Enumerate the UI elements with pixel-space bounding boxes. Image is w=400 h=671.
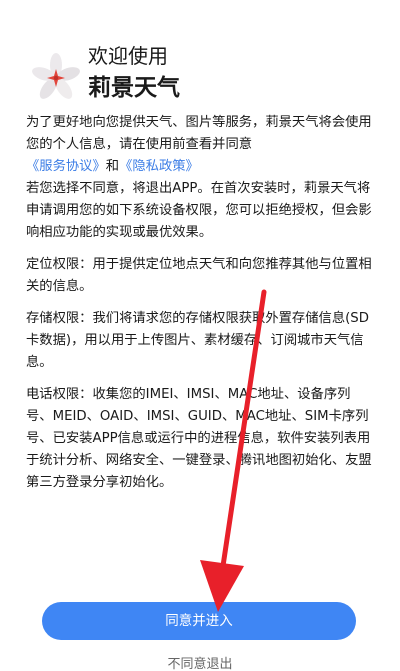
consent-content: 为了更好地向您提供天气、图片等服务，莉景天气将会使用您的个人信息，请在使用前查看…: [26, 112, 376, 504]
welcome-text: 欢迎使用: [88, 44, 168, 68]
decline-notice-paragraph: 若您选择不同意，将退出APP。在首次安装时，莉景天气将申请调用您的如下系统设备权…: [26, 181, 372, 240]
privacy-policy-link[interactable]: 《隐私政策》: [119, 159, 199, 174]
privacy-consent-screen: 欢迎使用 莉景天气 为了更好地向您提供天气、图片等服务，莉景天气将会使用您的个人…: [0, 0, 400, 671]
header: 欢迎使用 莉景天气: [26, 38, 366, 108]
agree-and-enter-button[interactable]: 同意并进入: [42, 602, 356, 640]
storage-permission-paragraph: 存储权限：我们将请求您的存储权限获取外置存储信息(SD卡数据)，用以用于上传图片…: [26, 311, 369, 370]
phone-permission-paragraph: 电话权限：收集您的IMEI、IMSI、MAC地址、设备序列号、MEID、OAID…: [26, 387, 372, 490]
service-agreement-link[interactable]: 《服务协议》: [26, 159, 106, 174]
location-permission-paragraph: 定位权限：用于提供定位地点天气和向您推荐其他与位置相关的信息。: [26, 257, 372, 294]
and-text: 和: [105, 159, 120, 174]
agreement-links: 《服务协议》和《隐私政策》: [26, 156, 376, 178]
disagree-exit-button[interactable]: 不同意退出: [120, 654, 280, 671]
flower-logo-icon: [32, 53, 80, 99]
intro-text: 为了更好地向您提供天气、图片等服务，莉景天气将会使用您的个人信息，请在使用前查看…: [26, 115, 372, 152]
app-name-title: 莉景天气: [88, 75, 180, 101]
